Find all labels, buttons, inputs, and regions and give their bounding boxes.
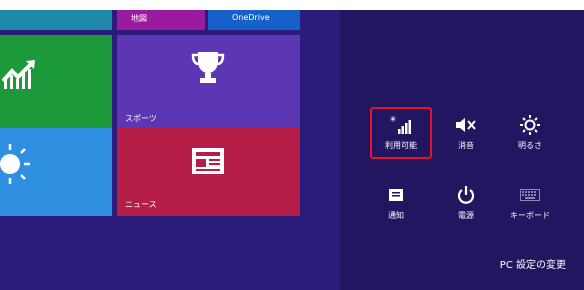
power-icon — [436, 184, 496, 206]
keyboard-icon — [500, 184, 560, 206]
brightness-label: 明るさ — [518, 141, 542, 150]
tile-onedrive[interactable]: OneDrive — [208, 10, 300, 30]
tile-map[interactable]: 地図 — [117, 10, 205, 30]
brightness-icon — [500, 114, 560, 136]
screen: 地図 OneDrive スポーツ ニュース * 利用可能 消音 明るさ 通知 電… — [0, 10, 584, 290]
change-pc-settings-link[interactable]: PC 設定の変更 — [500, 256, 566, 271]
tile-news[interactable]: ニュース — [117, 128, 300, 216]
tile-sports[interactable]: スポーツ — [117, 35, 300, 130]
power-label: 電源 — [458, 211, 474, 220]
keyboard-quick-setting[interactable]: キーボード — [500, 178, 560, 228]
notifications-label: 通知 — [388, 211, 404, 220]
tile-onedrive-label: OneDrive — [232, 13, 270, 22]
tile-top-left[interactable] — [0, 10, 112, 30]
network-highlight-box — [370, 107, 432, 159]
tile-news-label: ニュース — [125, 200, 157, 209]
tile-finance[interactable] — [0, 35, 112, 130]
tile-weather[interactable] — [0, 128, 112, 216]
trophy-icon — [191, 52, 225, 83]
stock-chart-icon — [2, 60, 35, 89]
power-quick-setting[interactable]: 電源 — [436, 178, 496, 228]
newspaper-icon — [192, 148, 224, 174]
volume-quick-setting[interactable]: 消音 — [436, 108, 496, 158]
start-screen: 地図 OneDrive スポーツ ニュース — [0, 10, 340, 290]
notifications-icon — [366, 184, 426, 206]
tile-sports-label: スポーツ — [125, 114, 157, 123]
brightness-quick-setting[interactable]: 明るさ — [500, 108, 560, 158]
volume-label: 消音 — [458, 141, 474, 150]
tile-map-label: 地図 — [131, 14, 147, 23]
notifications-quick-setting[interactable]: 通知 — [366, 178, 426, 228]
mute-speaker-icon — [436, 114, 496, 136]
sun-icon — [0, 144, 30, 184]
keyboard-label: キーボード — [510, 211, 550, 220]
